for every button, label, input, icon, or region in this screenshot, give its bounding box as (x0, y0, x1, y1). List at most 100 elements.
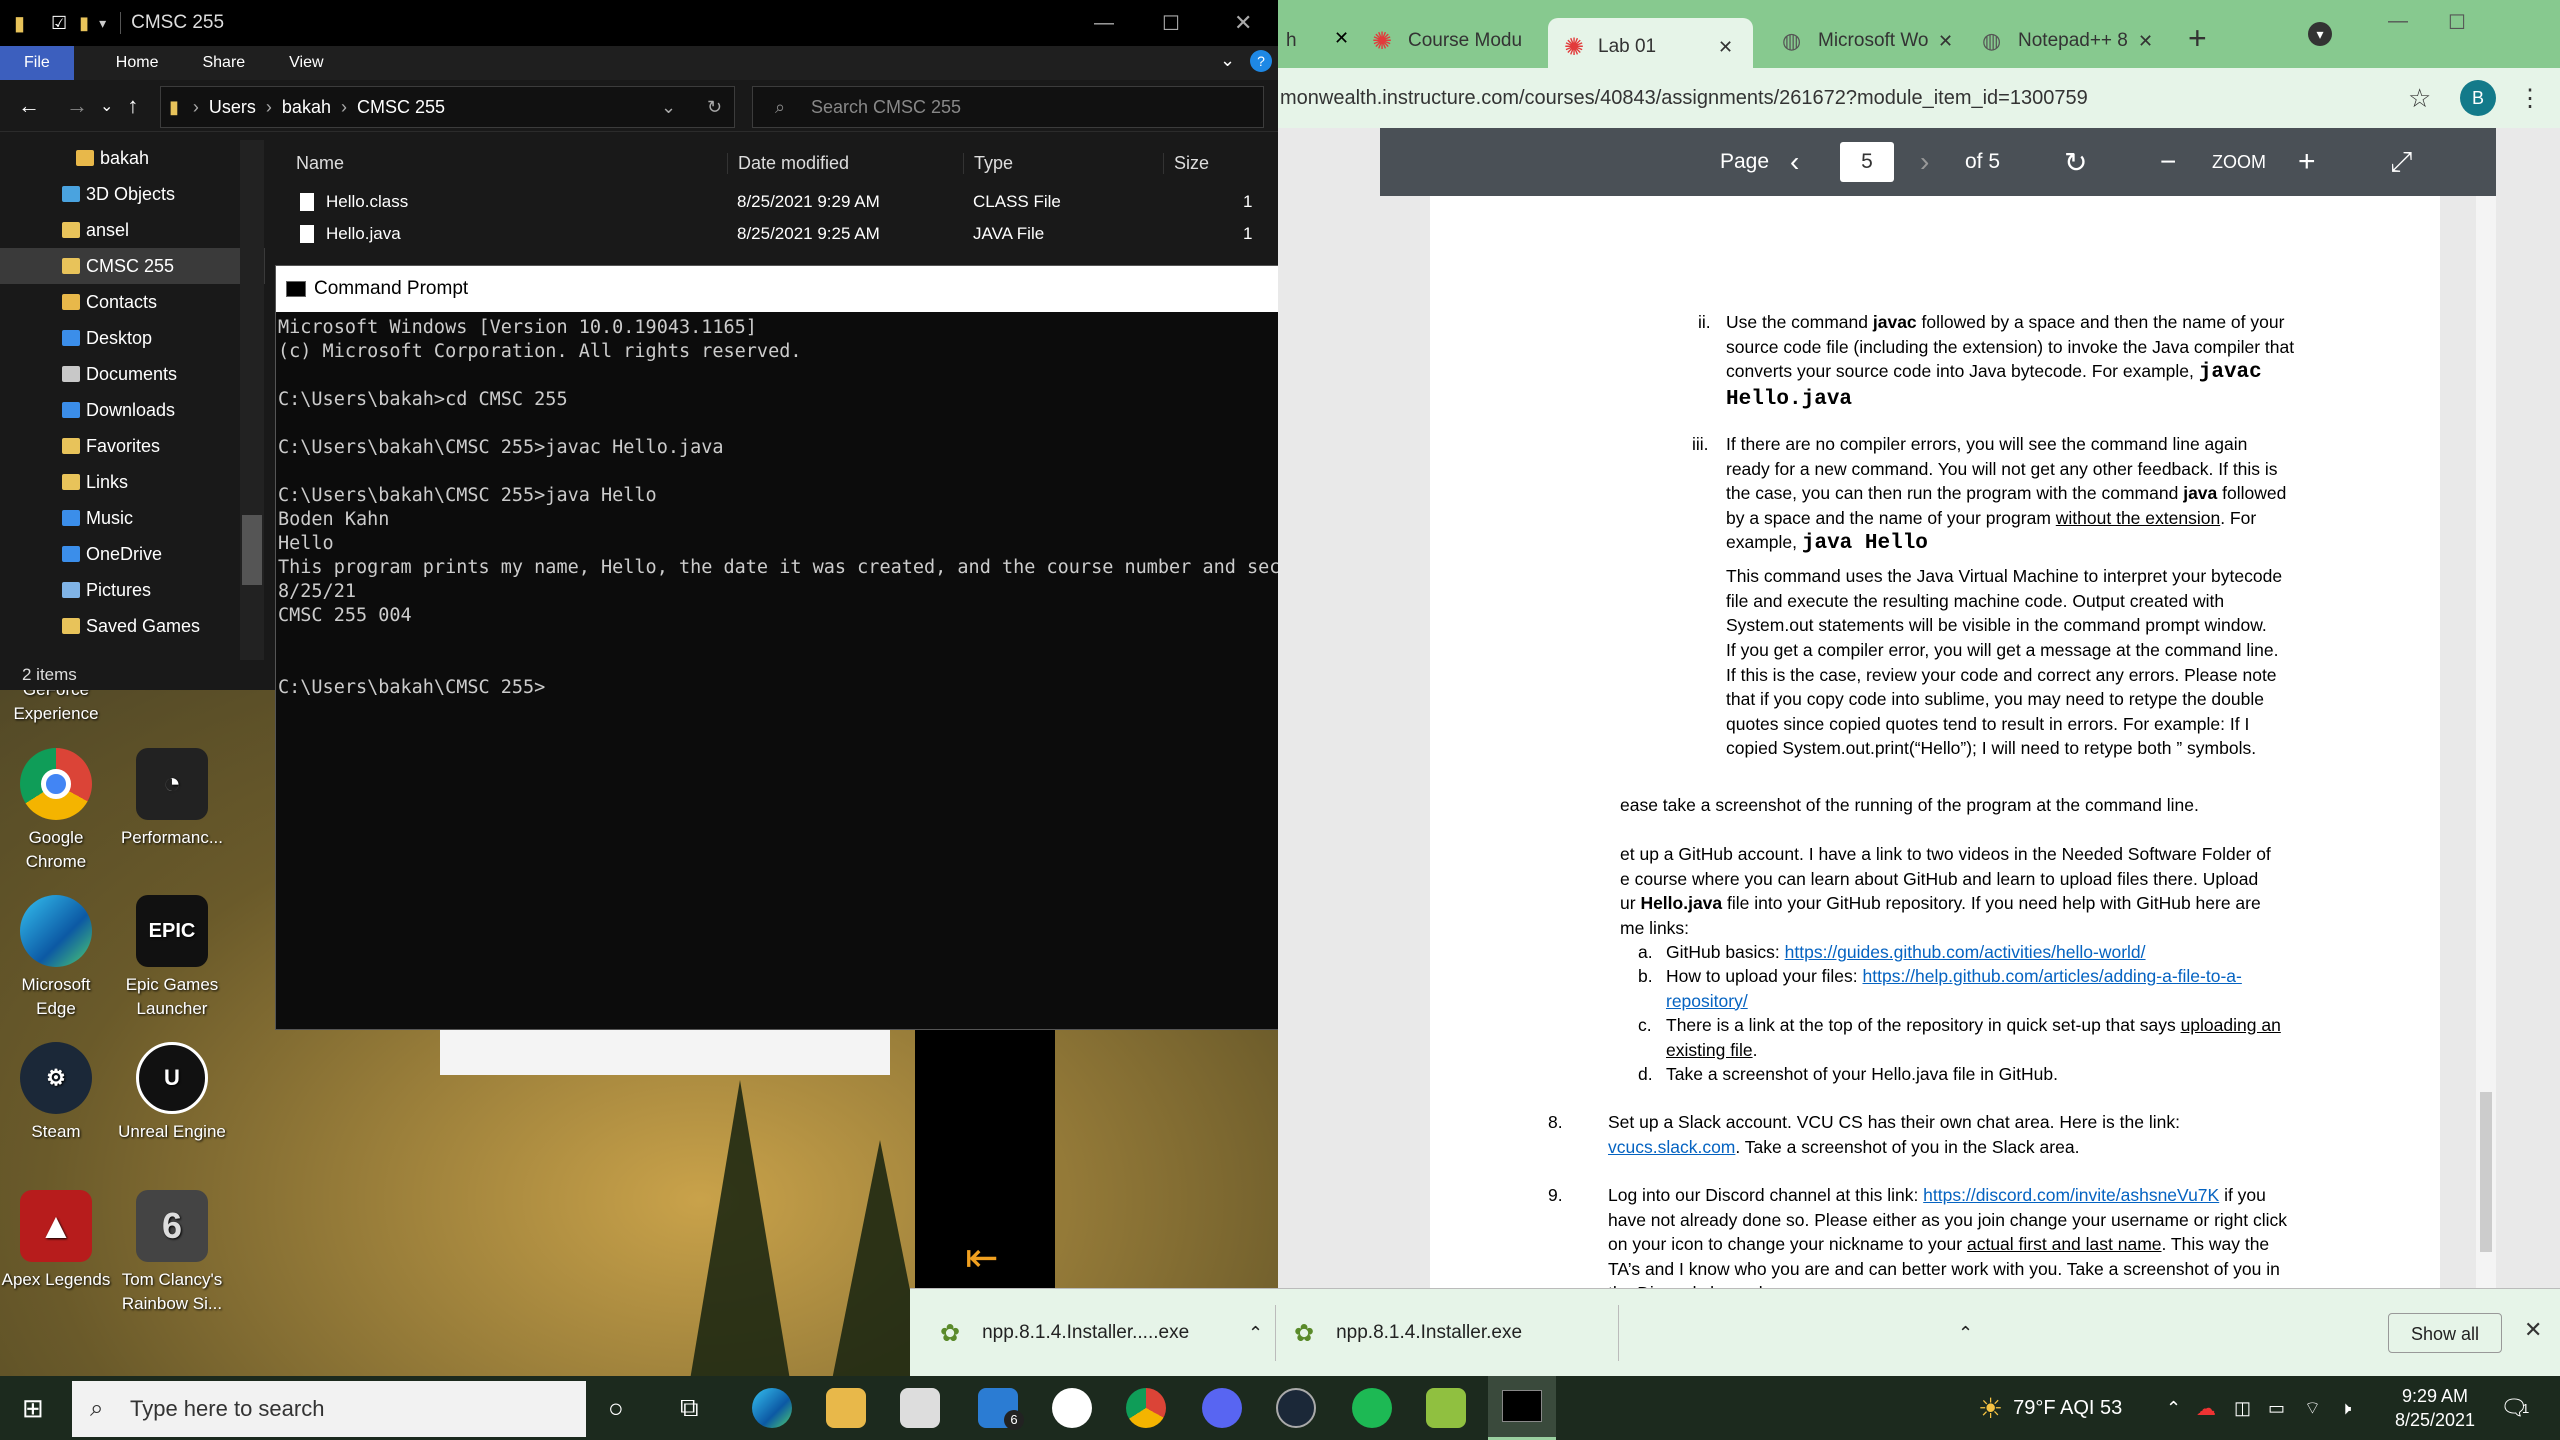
up-icon[interactable]: ↑ (127, 93, 138, 119)
nav-item[interactable]: Contacts (0, 284, 265, 320)
download-item[interactable]: ✿ npp.8.1.4.Installer.....exe ⌃ (940, 1289, 1270, 1377)
notepad-plus-icon[interactable] (1426, 1388, 1466, 1428)
new-tab-button[interactable]: + (2188, 20, 2207, 57)
bookmark-star-icon[interactable]: ☆ (2408, 83, 2431, 114)
tab-search-icon[interactable]: ▾ (2308, 22, 2332, 46)
file-explorer-icon[interactable] (826, 1388, 866, 1428)
nav-item[interactable]: Documents (0, 356, 265, 392)
column-date[interactable]: Date modified (727, 152, 963, 174)
file-row[interactable]: Hello.class 8/25/2021 9:29 AM CLASS File… (272, 186, 1278, 218)
tab-close-icon[interactable]: ✕ (2138, 31, 2153, 52)
steam-icon[interactable] (1276, 1388, 1316, 1428)
desktop-icon-unreal[interactable]: U Unreal Engine (116, 1042, 228, 1144)
clock[interactable]: 9:29 AM 8/25/2021 (2380, 1384, 2490, 1432)
camera-icon[interactable]: ◫ (2234, 1376, 2251, 1440)
wifi-icon[interactable]: ⌔ (2304, 1376, 2321, 1440)
forward-icon[interactable]: → (66, 93, 88, 119)
chevron-up-icon[interactable]: ⌃ (1958, 1323, 1973, 1344)
help-icon[interactable]: ? (1250, 50, 1272, 72)
column-size[interactable]: Size (1163, 152, 1209, 174)
nav-item[interactable]: Favorites (0, 428, 265, 464)
spotify-icon[interactable] (1352, 1388, 1392, 1428)
mail-icon[interactable]: 6 (978, 1388, 1024, 1430)
back-icon[interactable]: ← (18, 93, 40, 119)
chrome-icon[interactable] (1126, 1388, 1166, 1428)
nav-scrollbar[interactable] (240, 140, 264, 660)
nav-item[interactable]: Links (0, 464, 265, 500)
rotate-icon[interactable]: ↻ (2064, 146, 2087, 179)
xbox-icon[interactable] (1052, 1388, 1092, 1428)
upload-files-link-cont[interactable]: repository/ (1666, 991, 1748, 1011)
menu-icon[interactable]: ⋮ (2518, 84, 2542, 113)
expand-ribbon-icon[interactable]: ⌄ (1220, 50, 1235, 71)
upload-files-link[interactable]: https://help.github.com/articles/adding-… (1863, 966, 2242, 986)
fullscreen-icon[interactable]: ⤢ (2390, 146, 2412, 179)
desktop-icon-performance[interactable]: ◔ Performanc... (116, 748, 228, 850)
desktop-icon-chrome[interactable]: Google Chrome (0, 748, 112, 874)
nav-item[interactable]: Pictures (0, 572, 265, 608)
recent-locations-icon[interactable]: ⌄ (100, 96, 113, 116)
refresh-icon[interactable]: ↻ (707, 97, 722, 118)
tab-microsoft-word[interactable]: ◍ Microsoft Wo ✕ (1768, 18, 1958, 64)
zoom-in-button[interactable]: + (2298, 145, 2316, 179)
nav-item[interactable]: ansel (0, 212, 265, 248)
taskbar-search[interactable]: ⌕ Type here to search (72, 1381, 586, 1437)
desktop-icon-edge[interactable]: Microsoft Edge (0, 895, 112, 1021)
breadcrumb-cmsc[interactable]: CMSC 255 (357, 97, 445, 118)
discord-icon[interactable] (1202, 1388, 1242, 1428)
address-bar[interactable]: monwealth.instructure.com/courses/40843/… (1278, 68, 2560, 128)
tab-file[interactable]: File (0, 46, 74, 80)
file-row[interactable]: Hello.java 8/25/2021 9:25 AM JAVA File 1 (272, 218, 1278, 250)
quick-access-dropdown-icon[interactable]: ▾ (99, 15, 106, 32)
desktop-icon-epic[interactable]: EPIC Epic Games Launcher (116, 895, 228, 1021)
tab-close-icon[interactable]: ✕ (1938, 31, 1953, 52)
search-input[interactable]: ⌕ Search CMSC 255 (752, 86, 1264, 128)
profile-avatar[interactable]: B (2460, 80, 2496, 116)
maximize-button[interactable]: ☐ (2448, 10, 2466, 35)
close-downloads-icon[interactable]: ✕ (2524, 1317, 2542, 1343)
cortana-icon[interactable]: ○ (608, 1376, 624, 1440)
column-type[interactable]: Type (963, 152, 1163, 174)
weather-widget[interactable]: ☀ 79°F AQI 53 (1978, 1376, 2122, 1440)
tab-home[interactable]: Home (94, 46, 181, 80)
nav-item[interactable]: Downloads (0, 392, 265, 428)
properties-icon[interactable]: ☑ (51, 13, 67, 34)
tray-overflow-icon[interactable]: ⌃ (2166, 1376, 2181, 1440)
nav-item[interactable]: Music (0, 500, 265, 536)
volume-icon[interactable]: 🕨 (2340, 1376, 2351, 1440)
next-page-button[interactable]: › (1920, 146, 1929, 178)
nav-item[interactable]: Saved Games (0, 608, 265, 644)
edge-icon[interactable] (752, 1388, 792, 1428)
pdf-scrollbar[interactable] (2476, 196, 2496, 1290)
nav-item[interactable]: Desktop (0, 320, 265, 356)
close-button[interactable]: ✕ (1234, 10, 1252, 36)
tab-notepad-plus[interactable]: ◍ Notepad++ 8 ✕ (1968, 18, 2158, 64)
desktop-icon-steam[interactable]: ⚙ Steam (0, 1042, 112, 1144)
breadcrumb-bakah[interactable]: bakah (282, 97, 331, 118)
address-bar[interactable]: ▮ › Users › bakah › CMSC 255 ⌄ ↻ (160, 86, 735, 128)
minimize-button[interactable]: — (2388, 10, 2408, 33)
download-item[interactable]: ✿ npp.8.1.4.Installer.exe ⌃ (1294, 1289, 1973, 1377)
breadcrumb-users[interactable]: Users (209, 97, 256, 118)
cmd-taskbar-button[interactable] (1488, 1376, 1556, 1440)
discord-link[interactable]: https://discord.com/invite/ashsneVu7K (1923, 1185, 2219, 1205)
page-number-input[interactable]: 5 (1840, 142, 1894, 182)
column-name[interactable]: Name (272, 153, 727, 174)
slack-link[interactable]: vcucs.slack.com (1608, 1137, 1735, 1157)
nav-item[interactable]: 3D Objects (0, 176, 265, 212)
tab-close-icon[interactable]: ✕ (1718, 37, 1733, 58)
store-icon[interactable] (900, 1388, 940, 1428)
tab-view[interactable]: View (267, 46, 345, 80)
new-folder-icon[interactable]: ▮ (79, 13, 89, 34)
chevron-up-icon[interactable]: ⌃ (1248, 1323, 1263, 1344)
tab-partial[interactable]: h (1278, 18, 1328, 64)
maximize-button[interactable]: ☐ (1162, 11, 1180, 36)
minimize-button[interactable]: — (1094, 12, 1114, 35)
security-icon[interactable]: ☁ (2196, 1376, 2216, 1440)
zoom-out-button[interactable]: − (2160, 146, 2176, 178)
show-all-button[interactable]: Show all (2388, 1313, 2502, 1353)
battery-icon[interactable]: ▭ (2268, 1376, 2285, 1440)
url-text[interactable]: monwealth.instructure.com/courses/40843/… (1280, 87, 2088, 110)
nav-item[interactable]: bakah (0, 140, 265, 176)
tab-close-icon[interactable]: ✕ (1334, 28, 1349, 49)
